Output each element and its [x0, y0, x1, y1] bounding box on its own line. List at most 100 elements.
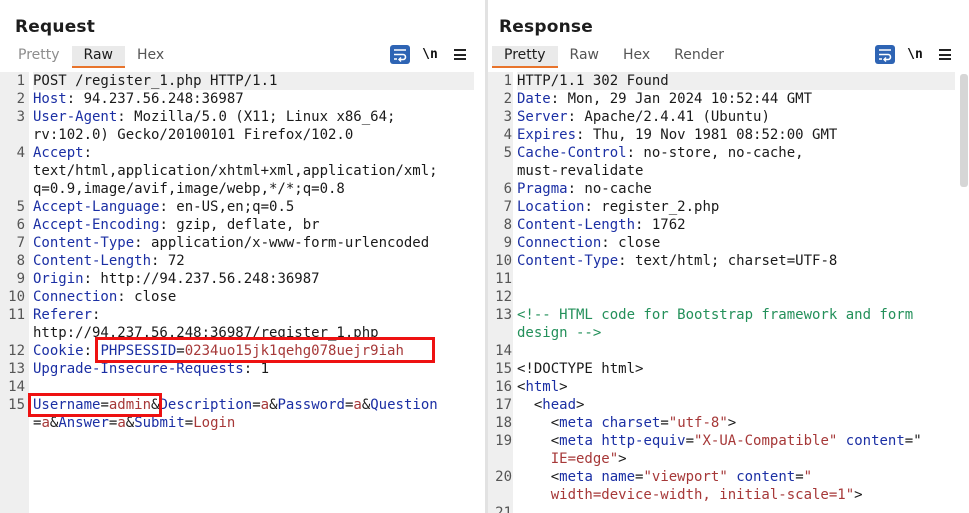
- wrap-lines-button[interactable]: [875, 45, 895, 64]
- code-token: Server: [517, 109, 568, 125]
- code-line: 8 Content-Length: 1762: [488, 216, 969, 234]
- code-token: Login: [193, 415, 236, 431]
- code-line: 2 Date: Mon, 29 Jan 2024 10:52:44 GMT: [488, 90, 969, 108]
- code-token: charset: [601, 415, 661, 431]
- code-token: : Thu, 19 Nov 1981 08:52:00 GMT: [576, 127, 838, 143]
- code-token: User-Agent: [33, 109, 118, 125]
- line-number: 6: [16, 217, 25, 233]
- response-scrollbar[interactable]: [960, 74, 968, 187]
- hamburger-menu-icon: [939, 49, 951, 60]
- tab-raw[interactable]: Raw: [71, 46, 126, 68]
- line-number: 20: [495, 469, 512, 485]
- code-token: : 1: [243, 361, 270, 377]
- code-token: =: [184, 415, 194, 431]
- code-text: User-Agent: Mozilla/5.0 (X11; Linux x86_…: [33, 108, 395, 126]
- line-number: 17: [495, 397, 512, 413]
- code-text: IE=edge">: [517, 450, 627, 468]
- code-token: &: [269, 397, 278, 413]
- code-text: must-revalidate: [517, 162, 643, 180]
- code-token: http-equiv: [601, 433, 686, 449]
- line-number: 13: [8, 361, 25, 377]
- code-text: HTTP/1.1 302 Found: [517, 72, 955, 90]
- code-token: ": [609, 451, 619, 467]
- tab-pretty[interactable]: Pretty: [492, 46, 558, 68]
- tab-raw[interactable]: Raw: [558, 46, 611, 68]
- code-text: <head>: [517, 396, 585, 414]
- code-token: : Mon, 29 Jan 2024 10:52:44 GMT: [550, 91, 813, 107]
- line-number: 15: [8, 397, 25, 413]
- code-token: =: [795, 469, 804, 485]
- code-token: : register_2.php: [584, 199, 720, 215]
- code-token: a: [117, 415, 126, 431]
- code-token: design -->: [517, 325, 602, 341]
- code-line: 9 Origin: http://94.237.56.248:36987: [0, 270, 486, 288]
- code-line: 2 Host: 94.237.56.248:36987: [0, 90, 486, 108]
- response-menu-button[interactable]: [935, 45, 955, 64]
- code-token: POST /register_1.php HTTP/1.1: [33, 73, 278, 89]
- code-token: >: [576, 397, 585, 413]
- code-token: meta: [559, 433, 593, 449]
- code-line: 10 Content-Type: text/html; charset=UTF-8: [488, 252, 969, 270]
- line-number: 16: [495, 379, 512, 395]
- code-line: width=device-width, initial-scale=1">: [488, 486, 969, 504]
- code-text: <meta http-equiv="X-UA-Compatible" conte…: [517, 432, 922, 450]
- tab-hex[interactable]: Hex: [125, 46, 176, 68]
- code-token: Content-Length: [517, 217, 636, 233]
- code-token: <: [517, 469, 560, 485]
- code-token: "X-UA-Compatible": [694, 433, 838, 449]
- code-text: Host: 94.237.56.248:36987: [33, 90, 244, 108]
- code-token: Upgrade-Insecure-Requests: [33, 361, 244, 377]
- code-text: Expires: Thu, 19 Nov 1981 08:52:00 GMT: [517, 126, 837, 144]
- code-line: 15 <!DOCTYPE html>: [488, 360, 969, 378]
- request-title: Request: [15, 17, 96, 37]
- wrap-lines-icon: [875, 45, 895, 64]
- request-toolbar: \n: [390, 45, 480, 64]
- code-token: Question: [370, 397, 438, 413]
- code-token: IE=edge: [517, 451, 610, 467]
- code-text: Location: register_2.php: [517, 198, 719, 216]
- tab-render[interactable]: Render: [662, 46, 736, 68]
- response-editor[interactable]: 1 HTTP/1.1 302 Found 2 Date: Mon, 29 Jan 20…: [488, 72, 969, 513]
- code-token: Connection: [33, 289, 118, 305]
- code-token: q=0.9,image/avif,image/webp,*/*;q=0.8: [33, 181, 345, 197]
- code-token: a: [260, 397, 270, 413]
- line-number: 7: [503, 199, 512, 215]
- code-token: meta: [559, 469, 593, 485]
- code-token: text/html,application/xhtml+xml,applicat…: [33, 163, 438, 179]
- code-text: Pragma: no-cache: [517, 180, 652, 198]
- code-line: 19 <meta http-equiv="X-UA-Compatible" co…: [488, 432, 969, 450]
- code-token: "utf-8": [668, 415, 728, 431]
- line-number: 14: [495, 343, 512, 359]
- code-token: <!-- HTML code for Bootstrap framework a…: [517, 307, 914, 323]
- show-newlines-button[interactable]: \n: [420, 45, 440, 64]
- code-token: : en-US,en;q=0.5: [159, 199, 295, 215]
- code-line: 1 HTTP/1.1 302 Found: [488, 72, 969, 90]
- code-token: Answer: [58, 415, 109, 431]
- code-text: Accept:: [33, 144, 92, 162]
- code-text: width=device-width, initial-scale=1">: [517, 486, 863, 504]
- code-line: 8 Content-Length: 72: [0, 252, 486, 270]
- response-tabs: Pretty Raw Hex Render: [492, 46, 736, 68]
- wrap-lines-button[interactable]: [390, 45, 410, 64]
- code-line: 16 <html>: [488, 378, 969, 396]
- tab-hex[interactable]: Hex: [611, 46, 662, 68]
- code-line: 6 Accept-Encoding: gzip, deflate, br: [0, 216, 486, 234]
- tab-pretty[interactable]: Pretty: [6, 46, 72, 68]
- code-text: rv:102.0) Gecko/20100101 Firefox/102.0: [33, 126, 353, 144]
- request-editor[interactable]: 1 POST /register_1.php HTTP/1.1 2 Host: 94.…: [0, 72, 486, 513]
- line-number: 10: [8, 289, 25, 305]
- code-token: Cookie: [33, 343, 84, 359]
- code-token: : 72: [151, 253, 185, 269]
- show-newlines-button[interactable]: \n: [905, 45, 925, 64]
- code-token: html: [525, 379, 560, 395]
- request-menu-button[interactable]: [450, 45, 470, 64]
- code-text: POST /register_1.php HTTP/1.1: [33, 72, 474, 90]
- code-line: 20 <meta name="viewport" content=": [488, 468, 969, 486]
- code-token: : close: [117, 289, 177, 305]
- code-text: <meta charset="utf-8">: [517, 414, 737, 432]
- code-line: 11: [488, 270, 969, 288]
- code-token: : gzip, deflate, br: [159, 217, 320, 233]
- code-token: &: [125, 415, 135, 431]
- code-token: Origin: [33, 271, 84, 287]
- line-number: 6: [503, 181, 512, 197]
